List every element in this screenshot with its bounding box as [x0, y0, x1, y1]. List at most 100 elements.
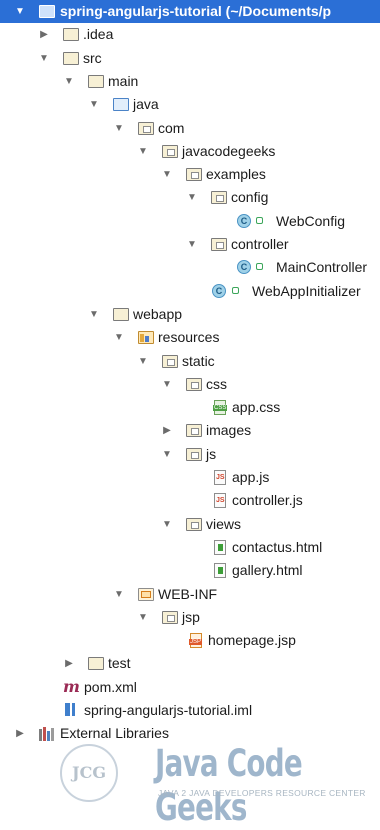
tree-item-label: homepage.jsp	[208, 632, 296, 649]
tree-item-css[interactable]: ▼ css	[0, 373, 380, 396]
tree-root-project[interactable]: ▼ spring-angularjs-tutorial (~/Documents…	[0, 0, 380, 24]
tree-item-webconfig[interactable]: C WebConfig	[0, 210, 380, 233]
expand-arrow-icon[interactable]: ▼	[88, 93, 100, 116]
libraries-icon	[39, 726, 55, 742]
class-icon: C	[237, 260, 251, 275]
tree-item-label: js	[206, 445, 217, 462]
tree-item-static[interactable]: ▼ static	[0, 350, 380, 373]
tree-item-gallery-html[interactable]: gallery.html	[0, 559, 380, 582]
package-icon	[186, 447, 202, 461]
package-icon	[162, 610, 178, 624]
expand-arrow-icon[interactable]: ▼	[161, 513, 173, 536]
expand-arrow-icon[interactable]: ▼	[88, 303, 100, 326]
maven-icon: m	[63, 676, 80, 696]
tree-item-label: webapp	[133, 305, 183, 322]
tree-item-label: app.js	[232, 469, 270, 485]
tree-item-label: jsp	[182, 608, 200, 625]
tree-item-js[interactable]: ▼ js	[0, 443, 380, 466]
watermark: JCG Java Code Geeks JAVA 2 JAVA DEVELOPE…	[60, 740, 380, 829]
tree-item-label: .idea	[83, 26, 114, 43]
tree-item-examples[interactable]: ▼ examples	[0, 163, 380, 186]
class-icon: C	[212, 283, 226, 298]
tree-item-label: controller	[231, 236, 289, 252]
collapsed-arrow-icon[interactable]: ▶	[63, 652, 75, 675]
tree-item-web-inf[interactable]: ▼ WEB-INF	[0, 583, 380, 606]
tree-item-label: main	[108, 72, 139, 89]
expand-arrow-icon[interactable]: ▼	[161, 373, 173, 396]
expand-arrow-icon[interactable]: ▼	[137, 350, 149, 373]
package-icon	[186, 168, 202, 182]
tree-item-src[interactable]: ▼ src	[0, 47, 380, 70]
expand-arrow-icon[interactable]: ▼	[186, 233, 198, 256]
tree-item-test[interactable]: ▶ test	[0, 652, 380, 675]
package-icon	[162, 354, 178, 368]
source-folder-icon	[113, 98, 129, 112]
expand-arrow-icon[interactable]: ▼	[137, 606, 149, 629]
tree-item-controller-js[interactable]: controller.js	[0, 489, 380, 512]
lock-icon	[256, 216, 263, 224]
expand-arrow-icon[interactable]: ▼	[113, 117, 125, 140]
tree-item-label: pom.xml	[84, 678, 137, 695]
tree-item-views[interactable]: ▼ views	[0, 513, 380, 536]
tree-item-jsp[interactable]: ▼ jsp	[0, 606, 380, 629]
tree-item-label: com	[158, 119, 185, 136]
tree-item-webappinitializer[interactable]: C WebAppInitializer	[0, 280, 380, 303]
module-folder-icon	[39, 5, 55, 18]
tree-item-label: WEB-INF	[158, 585, 218, 602]
tree-item-main[interactable]: ▼ main	[0, 70, 380, 93]
tree-item-pom-xml[interactable]: m pom.xml	[0, 676, 380, 699]
tree-item-label: javacodegeeks	[182, 142, 276, 159]
tree-item-app-js[interactable]: app.js	[0, 466, 380, 489]
module-file-icon	[64, 702, 80, 718]
tree-item-label: java	[133, 96, 159, 113]
tree-item-homepage-jsp[interactable]: homepage.jsp	[0, 629, 380, 652]
collapsed-arrow-icon[interactable]: ▶	[38, 23, 50, 46]
package-icon	[211, 238, 227, 251]
tree-item-maincontroller[interactable]: C MainController	[0, 256, 380, 279]
js-file-icon	[214, 493, 226, 509]
collapsed-arrow-icon[interactable]: ▶	[14, 722, 26, 745]
tree-item-label: gallery.html	[232, 562, 303, 579]
tree-item-webapp[interactable]: ▼ webapp	[0, 303, 380, 326]
expand-arrow-icon[interactable]: ▼	[161, 163, 173, 186]
tree-item-controller[interactable]: ▼ controller	[0, 233, 380, 256]
tree-item-images[interactable]: ▶ images	[0, 419, 380, 442]
js-file-icon	[214, 470, 226, 485]
tree-item-label: css	[206, 375, 227, 392]
tree-item-config[interactable]: ▼ config	[0, 186, 380, 209]
tree-item-label: controller.js	[232, 492, 303, 509]
expand-arrow-icon[interactable]: ▼	[137, 140, 149, 163]
tree-item-iml[interactable]: spring-angularjs-tutorial.iml	[0, 699, 380, 722]
resources-folder-icon	[138, 331, 154, 345]
expand-arrow-icon[interactable]: ▼	[14, 0, 26, 23]
tree-item-com[interactable]: ▼ com	[0, 117, 380, 140]
folder-icon	[88, 657, 104, 671]
watermark-title: Java Code Geeks	[155, 742, 303, 829]
expand-arrow-icon[interactable]: ▼	[161, 443, 173, 466]
css-file-icon	[213, 400, 228, 416]
tree-item-contactus-html[interactable]: contactus.html	[0, 536, 380, 559]
expand-arrow-icon[interactable]: ▼	[113, 583, 125, 606]
expand-arrow-icon[interactable]: ▼	[63, 70, 75, 93]
tree-item-idea[interactable]: ▶ .idea	[0, 23, 380, 46]
expand-arrow-icon[interactable]: ▼	[186, 186, 198, 209]
lock-icon	[232, 286, 239, 294]
collapsed-arrow-icon[interactable]: ▶	[161, 419, 173, 442]
tree-item-javacodegeeks[interactable]: ▼ javacodegeeks	[0, 140, 380, 163]
tree-item-label: src	[83, 49, 102, 66]
html-file-icon	[214, 563, 226, 579]
expand-arrow-icon[interactable]: ▼	[38, 47, 50, 70]
package-icon	[211, 191, 227, 205]
tree-item-label: resources	[158, 329, 220, 346]
folder-icon	[63, 51, 79, 65]
package-icon	[162, 144, 178, 158]
package-icon	[138, 121, 154, 135]
tree-item-resources[interactable]: ▼ resources	[0, 326, 380, 349]
expand-arrow-icon[interactable]: ▼	[113, 326, 125, 349]
tree-item-label: examples	[206, 166, 266, 183]
folder-icon	[88, 74, 104, 88]
tree-item-label: config	[231, 189, 269, 206]
tree-item-app-css[interactable]: app.css	[0, 396, 380, 419]
tree-item-java[interactable]: ▼ java	[0, 93, 380, 116]
package-icon	[186, 424, 202, 438]
